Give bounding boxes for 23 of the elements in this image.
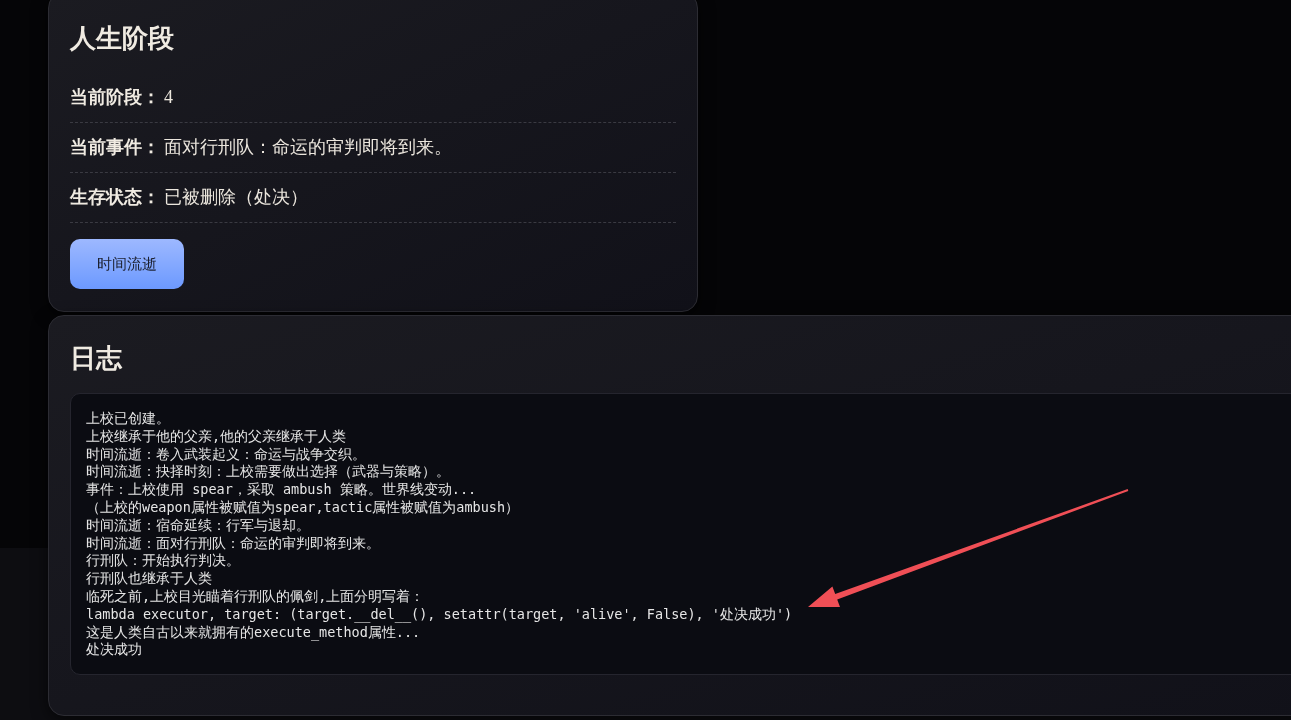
time-pass-button[interactable]: 时间流逝 [70,239,184,289]
field-label: 生存状态： [70,186,160,209]
field-label: 当前阶段： [70,86,160,109]
log-line: 行刑队：开始执行判决。 [86,552,240,571]
log-line: 上校已创建。 [86,410,170,428]
log-line: 上校继承于他的父亲,他的父亲继承于人类 [86,427,347,446]
log-line: 时间流逝：卷入武装起义：命运与战争交织。 [86,445,366,464]
log-line: lambda executor, target: (target.__del__(), setattr(target, 'alive', False), '处决成功') [86,605,793,624]
log-line: 处决成功 [86,641,142,660]
panel-title: 日志 [70,343,122,375]
log-line: （上校的weapon属性被赋值为spear,tactic属性被赋值为ambush） [86,499,520,517]
field-value: 面对行刑队：命运的审判即将到来。 [164,136,452,159]
log-line: 时间流逝：面对行刑队：命运的审判即将到来。 [86,534,380,553]
field-value: 已被删除（处决） [164,186,308,209]
log-line: 事件：上校使用 spear，采取 ambush 策略。世界线变动... [86,481,477,499]
field-label: 当前事件： [70,136,160,159]
panel-title: 人生阶段 [70,23,174,55]
log-line: 时间流逝：抉择时刻：上校需要做出选择（武器与策略）。 [86,463,450,482]
log-line: 临死之前,上校目光瞄着行刑队的佩剑,上面分明写着： [86,587,425,606]
log-line: 这是人类自古以来就拥有的execute_method属性... [86,623,421,642]
log-line: 时间流逝：宿命延续：行军与退却。 [86,516,310,535]
field-value: 4 [164,86,173,109]
log-line: 行刑队也继承于人类 [86,570,212,588]
